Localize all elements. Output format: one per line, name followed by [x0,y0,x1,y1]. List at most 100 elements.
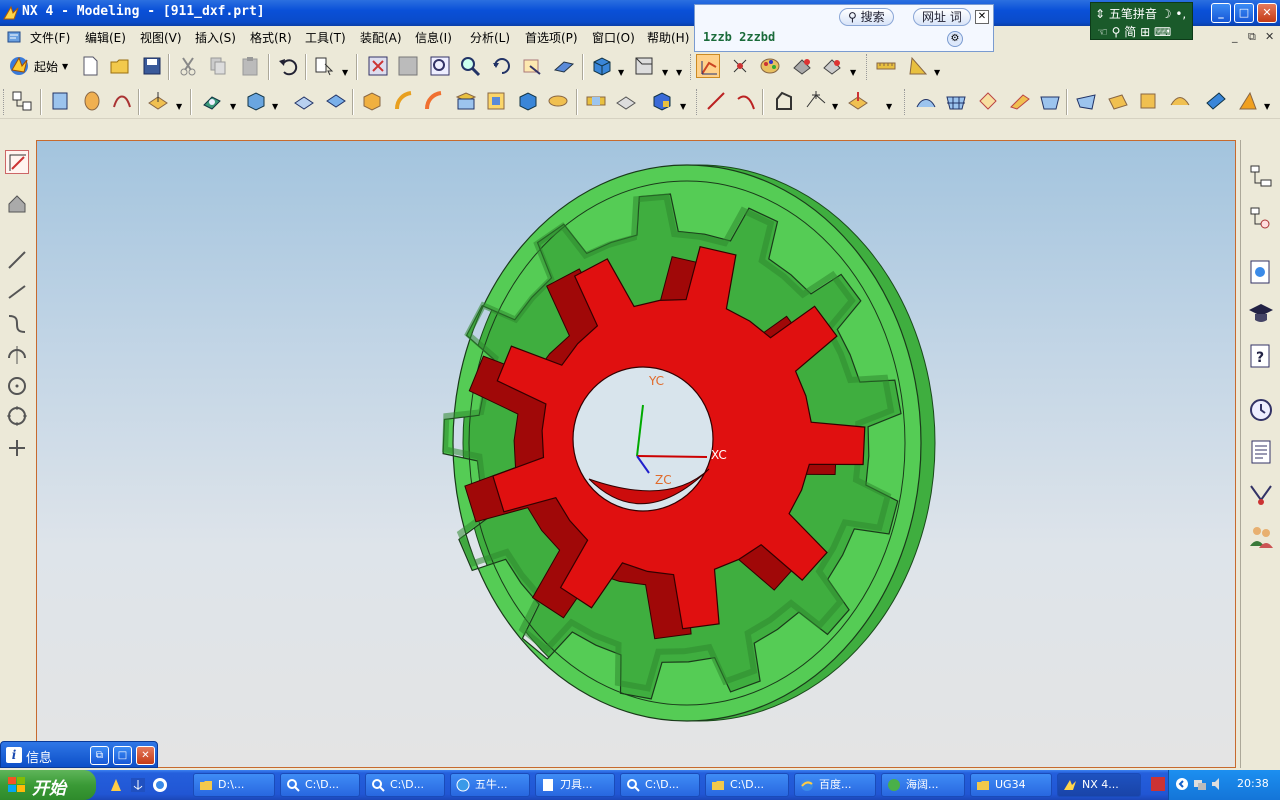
zoom-region-icon[interactable] [396,54,420,78]
chamfer-icon[interactable] [292,89,316,113]
search-icon[interactable]: ⚲ [1112,25,1121,39]
selection-filter-icon[interactable] [312,54,336,78]
menu-preferences[interactable]: 首选项(P) [525,29,578,46]
taskbar-item[interactable]: 百度... [794,773,876,797]
chevron-down-icon[interactable]: ▼ [934,68,940,77]
toolbar-grip[interactable] [3,89,6,115]
n-sided-surface-icon[interactable] [1074,89,1098,113]
ime-url-button[interactable]: 网址 词 [913,8,971,26]
menu-file[interactable]: 文件(F) [30,29,70,46]
mdi-close-button[interactable]: ✕ [1265,30,1274,43]
pattern-icon[interactable] [484,89,508,113]
chevron-down-icon[interactable]: ▼ [850,68,856,77]
history-clock-icon[interactable] [1247,396,1275,424]
mdi-restore-button[interactable]: ⧉ [1248,30,1256,44]
taskbar-item[interactable]: C:\D... [705,773,789,797]
extrude-icon[interactable] [48,89,72,113]
curve-tool-icon[interactable] [5,312,29,336]
split-body-icon[interactable] [584,89,608,113]
swept-surface-icon[interactable] [976,89,1000,113]
start-application-button[interactable]: 起始 ▼ [8,53,68,79]
chevron-down-icon[interactable]: ▼ [342,68,348,77]
network-icon[interactable] [1193,777,1207,791]
revolve-icon[interactable] [80,89,104,113]
chevron-down-icon[interactable]: ▼ [272,102,278,111]
sketch-constraint-icon[interactable] [728,54,752,78]
ime-mode[interactable]: 简 [1124,25,1136,39]
rotate-icon[interactable] [490,54,514,78]
hole-icon[interactable] [200,89,224,113]
edge-blend-icon[interactable] [324,89,348,113]
cut-icon[interactable] [176,54,200,78]
maximize-button[interactable]: □ [1234,3,1254,23]
menu-view[interactable]: 视图(V) [140,29,182,46]
taskbar-item[interactable]: C:\D... [280,773,360,797]
toolbar-grip[interactable] [696,89,699,115]
taskbar-item[interactable]: D:\... [193,773,275,797]
ime-close-button[interactable]: ✕ [975,10,989,24]
shell-icon[interactable] [360,89,384,113]
chevron-down-icon[interactable]: ▼ [1264,102,1270,111]
orient-view-icon[interactable] [632,54,656,78]
menu-assembly[interactable]: 装配(A) [360,29,402,46]
line-tool-icon[interactable] [5,248,29,272]
ime-settings-icon[interactable]: ⚙ [947,31,963,47]
new-file-icon[interactable] [78,54,102,78]
draft-icon[interactable] [392,89,416,113]
volume-icon[interactable] [1211,777,1225,791]
menu-help[interactable]: 帮助(H) [647,29,689,46]
zoom-icon[interactable] [458,54,482,78]
punctuation-icon[interactable]: •, [1175,7,1186,21]
datum-axis-icon[interactable] [846,89,870,113]
circle-point-icon[interactable] [5,374,29,398]
menu-tools[interactable]: 工具(T) [305,29,346,46]
boolean-icon[interactable] [244,89,268,113]
trimmed-sheet-icon[interactable] [1168,89,1192,113]
perspective-icon[interactable] [552,54,576,78]
undo-icon[interactable] [276,54,300,78]
sheet-to-solid-icon[interactable] [1204,89,1228,113]
offset-surface-icon[interactable] [1136,89,1160,113]
close-button[interactable]: ✕ [1257,3,1277,23]
taskbar-item[interactable]: 五牛... [450,773,530,797]
paste-icon[interactable] [238,54,262,78]
minimize-button[interactable]: _ [1211,3,1231,23]
menu-window[interactable]: 窗口(O) [592,29,635,46]
arc-tool-icon[interactable] [5,280,29,304]
arc-center-icon[interactable] [5,342,29,366]
start-button[interactable]: 开始 [0,770,96,800]
ime-indicator-icon[interactable] [1151,777,1165,791]
open-folder-icon[interactable] [108,54,132,78]
training-icon[interactable] [1247,300,1275,328]
feature-operation-icon[interactable] [650,89,674,113]
chevron-left-icon[interactable] [1175,777,1189,791]
toolbar-grip[interactable] [904,89,907,115]
information-window-tab[interactable]: i 信息 ⧉ □ ✕ [0,741,158,768]
chevron-down-icon[interactable]: ▼ [676,68,682,77]
chevron-down-icon[interactable]: ▼ [618,68,624,77]
info-close-button[interactable]: ✕ [136,746,155,765]
edge-surface-icon[interactable] [1236,89,1260,113]
info-restore-button[interactable]: ⧉ [90,746,109,765]
part-navigator-icon[interactable] [10,89,34,113]
circle-tool-icon[interactable] [5,404,29,428]
edit-object-display-icon[interactable] [790,54,814,78]
info-maximize-button[interactable]: □ [113,746,132,765]
graphics-viewport[interactable]: YC XC ZC [36,140,1236,768]
measure-angle-icon[interactable] [906,54,930,78]
line-icon[interactable] [704,89,728,113]
through-curve-mesh-icon[interactable] [944,89,968,113]
mdi-minimize-button[interactable]: _ [1232,30,1238,43]
arc-icon[interactable] [734,89,758,113]
menu-format[interactable]: 格式(R) [250,29,292,46]
assembly-navigator-icon[interactable] [1247,162,1275,190]
ruled-surface-icon[interactable] [1008,89,1032,113]
quicklaunch-app-icon[interactable] [108,777,124,793]
chevron-down-icon[interactable]: ▼ [176,102,182,111]
taskbar-item[interactable]: C:\D... [365,773,445,797]
keyboard-icon[interactable]: ⌨ [1154,25,1171,39]
ime-search-button[interactable]: ⚲ 搜索 [839,8,894,26]
system-materials-icon[interactable] [1247,438,1275,466]
toggle-arrow-icon[interactable]: ⇕ [1095,7,1105,21]
chevron-down-icon[interactable]: ▼ [662,68,668,77]
